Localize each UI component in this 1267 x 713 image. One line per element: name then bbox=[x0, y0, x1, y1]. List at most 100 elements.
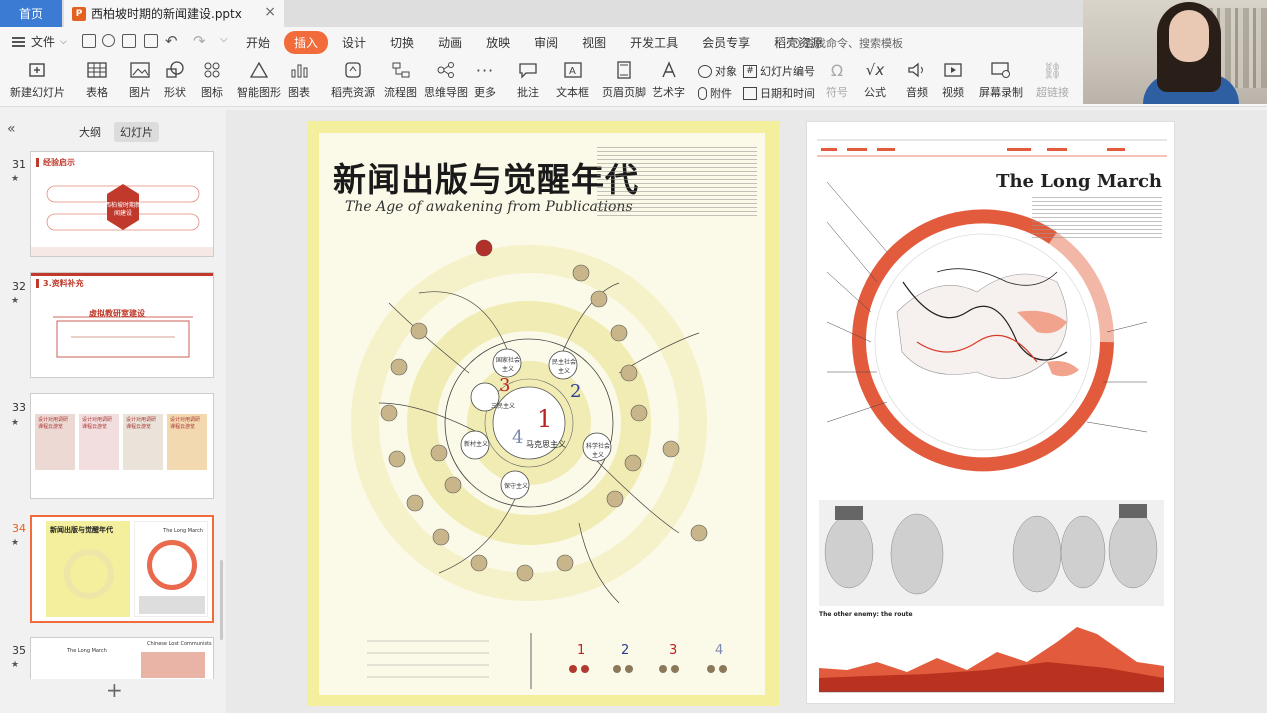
awakening-poster[interactable]: 新闻出版与觉醒年代 The Age of awakening from Publ… bbox=[307, 121, 779, 706]
slide-33-card-text: 设计对用调研课程云游览 bbox=[38, 417, 69, 430]
comment-icon bbox=[518, 61, 538, 79]
formula-label: 公式 bbox=[864, 86, 886, 99]
collapse-panel-icon[interactable]: « bbox=[7, 121, 16, 137]
ring-label: 新村主义 bbox=[464, 441, 489, 448]
video-button[interactable]: 视频 bbox=[942, 61, 964, 100]
file-menu-button[interactable]: 文件 ⌵ bbox=[12, 33, 67, 50]
close-icon[interactable]: × bbox=[264, 4, 276, 20]
slide-thumbnail-34[interactable]: 新闻出版与觉醒年代 The Long March bbox=[30, 515, 214, 623]
slide-thumbnail-33[interactable]: 设计对用调研课程云游览 设计对用调研课程云游览 设计对用调研课程云游览 设计对用… bbox=[30, 393, 214, 499]
flowchart-label: 流程图 bbox=[384, 86, 417, 99]
audio-button[interactable]: 音频 bbox=[906, 61, 928, 100]
object-button[interactable]: 对象 bbox=[698, 63, 737, 79]
attachment-button[interactable]: 附件 bbox=[698, 85, 732, 101]
new-slide-button[interactable]: 新建幻灯片 bbox=[10, 61, 65, 100]
document-tab-label: 西柏坡时期的新闻建设.pptx bbox=[91, 7, 242, 21]
table-button[interactable]: 表格 bbox=[86, 61, 108, 100]
chart-label: 图表 bbox=[288, 86, 310, 99]
flowchart-button[interactable]: 流程图 bbox=[384, 61, 417, 100]
tab-outline[interactable]: 大纲 bbox=[73, 122, 107, 142]
chart-icon bbox=[289, 61, 309, 79]
home-tab[interactable]: 首页 bbox=[0, 0, 62, 27]
symbol-button[interactable]: Ω 符号 bbox=[826, 61, 848, 100]
textbox-icon: A bbox=[563, 61, 583, 79]
tab-animations[interactable]: 动画 bbox=[428, 31, 472, 54]
title-tab-bar: 首页 P 西柏坡时期的新闻建设.pptx × bbox=[0, 0, 1267, 27]
more-label: 更多 bbox=[474, 86, 496, 99]
awakening-poster-body: 新闻出版与觉醒年代 The Age of awakening from Publ… bbox=[319, 133, 765, 695]
docer-resources-button[interactable]: 稻壳资源 bbox=[331, 61, 375, 100]
tab-start[interactable]: 开始 bbox=[236, 31, 280, 54]
undo-icon[interactable]: ↶ bbox=[165, 32, 178, 50]
screen-record-button[interactable]: 屏幕录制 bbox=[979, 61, 1023, 100]
textbox-button[interactable]: A 文本框 bbox=[556, 61, 589, 100]
save-icon[interactable] bbox=[82, 34, 96, 48]
redo-icon[interactable]: ↷ bbox=[193, 32, 206, 50]
presenter-face bbox=[1169, 10, 1209, 62]
slide-34-circle bbox=[64, 549, 114, 599]
shapes-button[interactable]: 形状 bbox=[164, 61, 186, 100]
slide-number: 31 bbox=[12, 158, 26, 171]
slide-35-side-title: Chinese Lost Communists bbox=[147, 641, 212, 647]
tab-insert[interactable]: 插入 bbox=[284, 31, 329, 54]
slide-34-right-poster: The Long March bbox=[134, 521, 208, 617]
insert-ribbon: 新建幻灯片 表格 图片 形状 图标 智能图形 图表 稻壳资源 流程图 思维导图 … bbox=[0, 57, 1267, 107]
docer-icon bbox=[343, 61, 363, 79]
tab-transitions[interactable]: 切换 bbox=[380, 31, 424, 54]
file-menu-label: 文件 bbox=[31, 35, 56, 49]
tab-membership[interactable]: 会员专享 bbox=[692, 31, 760, 54]
slide-thumbnail-35[interactable]: The Long March Chinese Lost Communists bbox=[30, 637, 214, 679]
menu-bar: 文件 ⌵ ↶ ↷ ⌵ 开始 插入 设计 切换 动画 放映 审阅 视图 开发工具 … bbox=[0, 27, 1267, 57]
slide-33-card: 设计对用调研课程云游览 bbox=[123, 414, 163, 470]
slide-34-portraits bbox=[139, 596, 205, 614]
print-preview-icon[interactable] bbox=[144, 34, 158, 48]
slide-35-title: The Long March bbox=[67, 648, 107, 654]
header-footer-label: 页眉页脚 bbox=[602, 86, 646, 99]
mindmap-button[interactable]: 思维导图 bbox=[424, 61, 468, 100]
document-tab[interactable]: P 西柏坡时期的新闻建设.pptx × bbox=[64, 0, 284, 27]
table-icon bbox=[87, 61, 107, 79]
long-march-poster[interactable]: The Long March The other enemy: the rout… bbox=[806, 121, 1175, 704]
chart-button[interactable]: 图表 bbox=[288, 61, 310, 100]
object-icon bbox=[698, 64, 712, 78]
docer-resources-label: 稻壳资源 bbox=[331, 86, 375, 99]
slide-33-card: 设计对用调研课程云游览 bbox=[35, 414, 75, 470]
comment-button[interactable]: 批注 bbox=[517, 61, 539, 100]
chevron-down-icon: ⌵ bbox=[60, 36, 67, 47]
more-button[interactable]: ··· 更多 bbox=[474, 61, 496, 100]
smartart-button[interactable]: 智能图形 bbox=[237, 61, 281, 100]
tab-review[interactable]: 审阅 bbox=[524, 31, 568, 54]
picture-button[interactable]: 图片 bbox=[129, 61, 151, 100]
hyperlink-button[interactable]: ⛓ 超链接 bbox=[1036, 61, 1069, 100]
slide-thumbnail-32[interactable]: 3.资料补充 虚拟教研室建设 bbox=[30, 272, 214, 378]
slide-number-button[interactable]: # 幻灯片编号 bbox=[743, 63, 815, 79]
export-icon[interactable] bbox=[102, 34, 115, 47]
slide-33-card-text: 设计对用调研课程云游览 bbox=[82, 417, 113, 430]
header-footer-button[interactable]: 页眉页脚 bbox=[602, 61, 646, 100]
mindmap-label: 思维导图 bbox=[424, 86, 468, 99]
formula-button[interactable]: √x 公式 bbox=[864, 61, 886, 100]
attachment-label: 附件 bbox=[710, 87, 732, 100]
tab-design[interactable]: 设计 bbox=[332, 31, 376, 54]
icons-icon bbox=[202, 61, 222, 79]
print-icon[interactable] bbox=[122, 34, 136, 48]
slide-34-left-poster: 新闻出版与觉醒年代 bbox=[46, 521, 130, 617]
table-label: 表格 bbox=[86, 86, 108, 99]
shapes-label: 形状 bbox=[164, 86, 186, 99]
add-slide-button[interactable]: + bbox=[106, 678, 123, 702]
icons-button[interactable]: 图标 bbox=[201, 61, 223, 100]
tab-slides[interactable]: 幻灯片 bbox=[114, 122, 159, 142]
command-search[interactable]: 查找命令、搜索模板 bbox=[790, 35, 903, 51]
long-march-title: The Long March bbox=[996, 171, 1162, 192]
slide-panel-scrollbar[interactable] bbox=[220, 560, 223, 640]
wordart-button[interactable]: 艺术字 bbox=[652, 61, 685, 100]
object-label: 对象 bbox=[715, 65, 737, 78]
tab-view[interactable]: 视图 bbox=[572, 31, 616, 54]
tab-developer[interactable]: 开发工具 bbox=[620, 31, 688, 54]
customize-quick-access-icon[interactable]: ⌵ bbox=[220, 34, 228, 45]
slide-thumbnail-31[interactable]: 经验启示 西柏坡时期新闻建设 bbox=[30, 151, 214, 257]
date-time-button[interactable]: 日期和时间 bbox=[743, 85, 815, 101]
comment-label: 批注 bbox=[517, 86, 539, 99]
tab-slideshow[interactable]: 放映 bbox=[476, 31, 520, 54]
legend-number-3: 3 bbox=[669, 643, 678, 658]
